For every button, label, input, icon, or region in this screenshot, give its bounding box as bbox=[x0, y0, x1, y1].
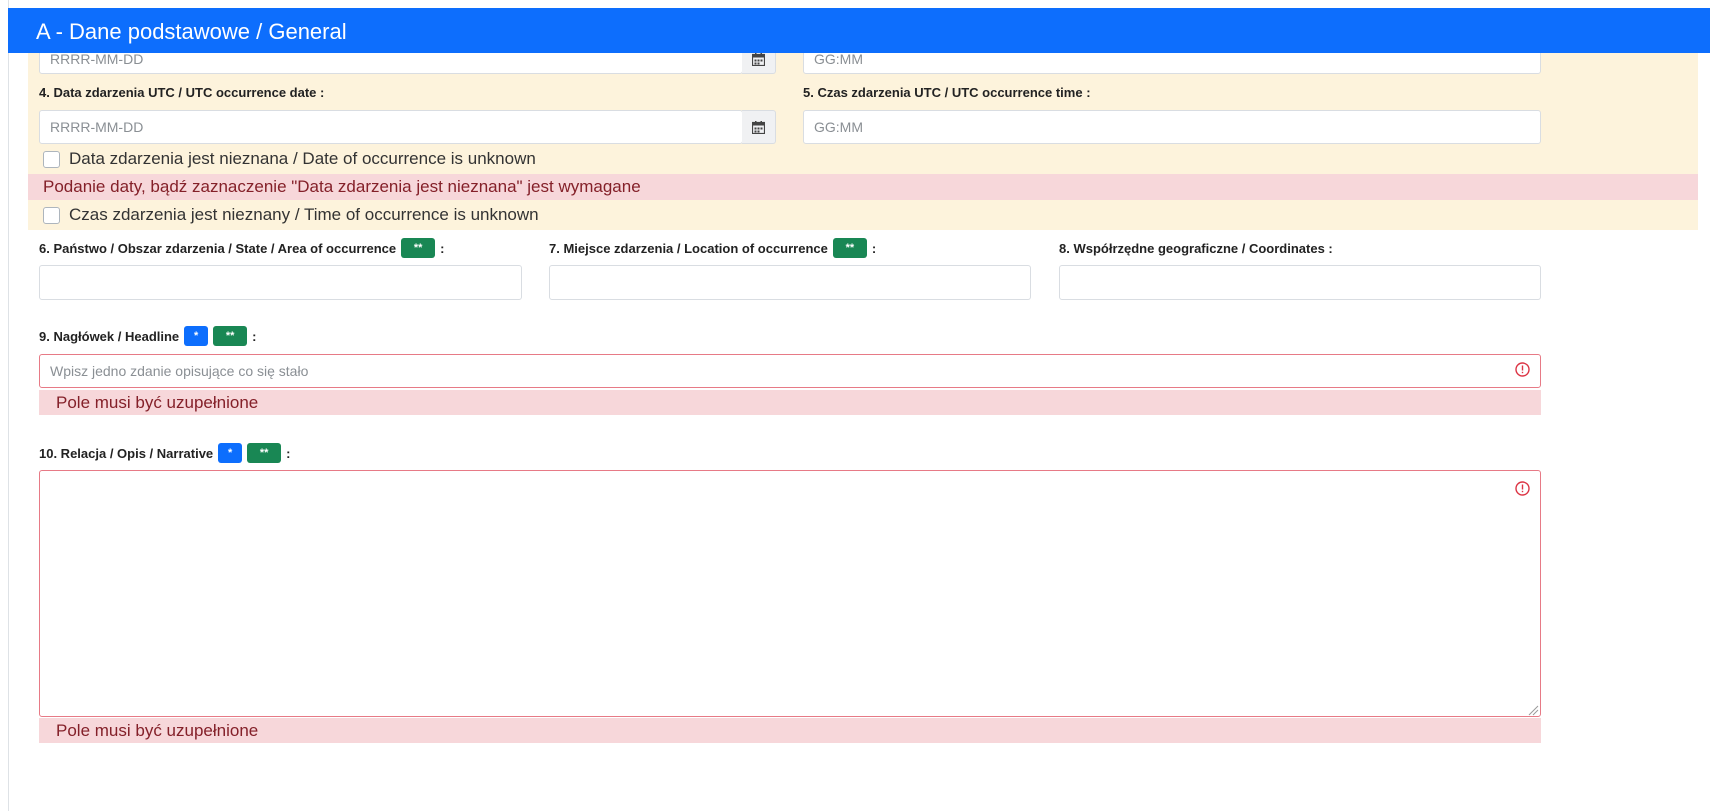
headline-error-message: Pole musi być uzupełnione bbox=[39, 390, 1541, 415]
page-left-border bbox=[8, 0, 9, 811]
section-header[interactable]: A - Dane podstawowe / General bbox=[8, 8, 1710, 53]
exclamation-circle-icon bbox=[1515, 362, 1530, 380]
time-unknown-checkbox-row[interactable]: Czas zdarzenia jest nieznany / Time of o… bbox=[43, 204, 539, 226]
state-label-colon: : bbox=[440, 240, 445, 256]
headline-badge-optional: ** bbox=[213, 326, 248, 346]
narrative-textarea[interactable] bbox=[39, 470, 1541, 717]
utc-time-input[interactable]: GG:MM bbox=[803, 110, 1541, 144]
narrative-badge-optional: ** bbox=[247, 443, 282, 463]
state-label-text: 6. Państwo / Obszar zdarzenia / State / … bbox=[39, 240, 397, 256]
coordinates-input[interactable] bbox=[1059, 265, 1541, 300]
narrative-error-text: Pole musi być uzupełnione bbox=[56, 720, 259, 740]
location-label-colon: : bbox=[871, 240, 877, 256]
coordinates-label: 8. Współrzędne geograficzne / Coordinate… bbox=[1059, 237, 1333, 259]
resize-handle-icon[interactable] bbox=[1527, 703, 1539, 716]
state-badge-optional: ** bbox=[401, 238, 436, 258]
location-label-text: 7. Miejsce zdarzenia / Location of occur… bbox=[549, 240, 828, 256]
time-unknown-checkbox[interactable] bbox=[43, 206, 60, 224]
headline-label: 9. Nagłówek / Headline * ** : bbox=[39, 325, 257, 347]
utc-time-placeholder: GG:MM bbox=[814, 119, 863, 135]
local-time-placeholder: GG:MM bbox=[814, 51, 863, 67]
date-unknown-checkbox-row[interactable]: Data zdarzenia jest nieznana / Date of o… bbox=[43, 148, 536, 170]
narrative-error-message: Pole musi być uzupełnione bbox=[39, 718, 1541, 743]
date-error-text: Podanie daty, bądź zaznaczenie "Data zda… bbox=[43, 177, 641, 196]
headline-placeholder: Wpisz jedno zdanie opisujące co się stał… bbox=[50, 363, 309, 379]
calendar-icon bbox=[752, 52, 765, 66]
exclamation-circle-icon bbox=[1515, 481, 1530, 499]
state-input[interactable] bbox=[39, 265, 522, 300]
utc-date-label-text: 4. Data zdarzenia UTC / UTC occurrence d… bbox=[39, 84, 325, 100]
local-date-placeholder: RRRR-MM-DD bbox=[50, 51, 144, 67]
headline-input[interactable]: Wpisz jedno zdanie opisujące co się stał… bbox=[39, 354, 1541, 388]
headline-badge-required: * bbox=[184, 326, 209, 346]
time-unknown-label: Czas zdarzenia jest nieznany / Time of o… bbox=[69, 205, 539, 224]
date-error-message: Podanie daty, bądź zaznaczenie "Data zda… bbox=[28, 174, 1698, 200]
location-label: 7. Miejsce zdarzenia / Location of occur… bbox=[549, 237, 876, 259]
utc-date-label: 4. Data zdarzenia UTC / UTC occurrence d… bbox=[39, 82, 324, 102]
utc-date-input[interactable]: RRRR-MM-DD bbox=[39, 110, 743, 144]
date-unknown-label: Data zdarzenia jest nieznana / Date of o… bbox=[69, 149, 536, 168]
date-unknown-checkbox[interactable] bbox=[43, 150, 60, 168]
location-input[interactable] bbox=[549, 265, 1031, 300]
narrative-badge-required: * bbox=[218, 443, 243, 463]
calendar-icon bbox=[752, 120, 765, 134]
utc-time-label: 5. Czas zdarzenia UTC / UTC occurrence t… bbox=[803, 82, 1091, 102]
section-title: A - Dane podstawowe / General bbox=[36, 19, 347, 44]
narrative-label-text: 10. Relacja / Opis / Narrative bbox=[39, 445, 214, 461]
location-badge-optional: ** bbox=[832, 238, 867, 258]
headline-label-colon: : bbox=[252, 328, 257, 344]
utc-time-label-text: 5. Czas zdarzenia UTC / UTC occurrence t… bbox=[803, 84, 1091, 100]
narrative-label: 10. Relacja / Opis / Narrative * ** : bbox=[39, 442, 291, 464]
coordinates-label-text: 8. Współrzędne geograficzne / Coordinate… bbox=[1059, 240, 1333, 256]
narrative-label-colon: : bbox=[286, 445, 291, 461]
utc-date-calendar-button[interactable] bbox=[742, 110, 776, 144]
headline-label-text: 9. Nagłówek / Headline bbox=[39, 328, 180, 344]
utc-date-placeholder: RRRR-MM-DD bbox=[50, 119, 144, 135]
state-label: 6. Państwo / Obszar zdarzenia / State / … bbox=[39, 237, 444, 259]
headline-error-text: Pole musi być uzupełnione bbox=[56, 392, 259, 412]
